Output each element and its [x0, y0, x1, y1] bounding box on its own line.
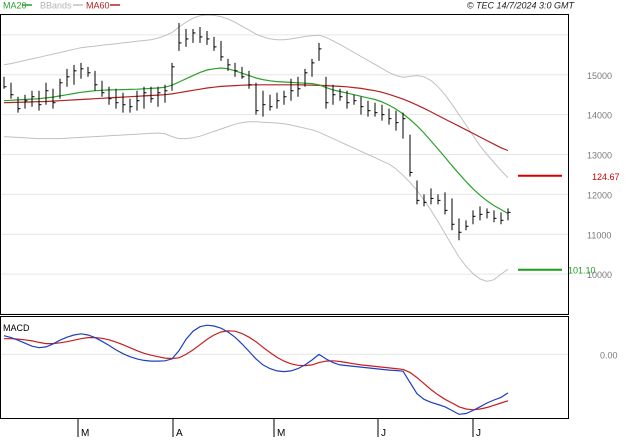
price-bar [409, 134, 413, 177]
price-bar [178, 22, 182, 51]
price-bar [381, 104, 385, 121]
price-bar [304, 68, 308, 87]
price-bar [17, 96, 21, 113]
price-bar [157, 86, 161, 107]
price-bar [136, 90, 140, 111]
price-bar [353, 94, 357, 105]
month-label: M [277, 428, 285, 439]
stock-chart: MA20 BBands MA60 © TEC 14/7/2024 3:0 GMT… [0, 1, 620, 439]
price-bar [283, 90, 287, 105]
price-tick-label: 13000 [587, 151, 612, 161]
price-bar [507, 208, 511, 221]
macd-panel-frame [0, 316, 569, 419]
price-tick-label: 15000 [587, 71, 612, 81]
price-bar [122, 92, 126, 113]
price-bar [10, 82, 14, 99]
price-bar [332, 84, 336, 105]
macd-tick-label: 0.00 [600, 350, 618, 360]
price-bars [3, 22, 511, 241]
legend-label-ma20: MA20 [3, 1, 27, 11]
price-bar [143, 86, 147, 109]
price-bar [248, 70, 252, 89]
price-bar [458, 218, 462, 241]
month-label: A [176, 428, 183, 439]
price-bar [185, 28, 189, 47]
price-tick-label: 14000 [587, 111, 612, 121]
price-tick-label: 12000 [587, 190, 612, 200]
month-axis: MAMJJ [77, 419, 481, 439]
price-bar [486, 208, 490, 219]
price-bar [444, 192, 448, 215]
price-bar [311, 58, 315, 77]
price-bar [115, 88, 119, 109]
price-bar [318, 42, 322, 61]
price-bar [325, 76, 329, 109]
bbands-lower-line [3, 121, 509, 282]
price-bar [479, 206, 483, 221]
price-bar [80, 62, 84, 79]
price-bar [423, 194, 427, 207]
price-bar [206, 30, 210, 45]
price-bar [150, 86, 154, 103]
price-bar [3, 76, 7, 89]
price-bar [220, 40, 224, 61]
price-bar [472, 210, 476, 225]
price-bar [360, 96, 364, 115]
price-bar [500, 212, 504, 225]
price-bar [66, 68, 70, 87]
price-bar [171, 62, 175, 91]
price-bar [402, 112, 406, 139]
price-bar [255, 82, 259, 115]
price-bar [430, 188, 434, 205]
month-label: J [476, 428, 481, 439]
month-label: J [381, 428, 386, 439]
macd-axis: 0.00 [600, 350, 618, 360]
resistance-level-label: 124.67 [592, 172, 620, 182]
price-bar [465, 220, 469, 231]
price-grid [1, 34, 568, 315]
month-label: M [81, 428, 89, 439]
price-bar [451, 198, 455, 231]
price-bar [101, 80, 105, 97]
price-bar [388, 108, 392, 125]
price-bar [52, 88, 56, 109]
chart-legend: MA20 BBands MA60 [3, 1, 120, 11]
price-bar [192, 28, 196, 43]
macd-lines [3, 324, 509, 415]
price-bar [213, 36, 217, 51]
price-bar [241, 66, 245, 79]
price-bar [339, 88, 343, 101]
price-bar [94, 70, 98, 91]
legend-label-ma60: MA60 [86, 1, 110, 11]
price-bar [129, 98, 133, 113]
bollinger-bands [3, 14, 509, 282]
price-bar [262, 90, 266, 117]
price-tick-label: 10000 [587, 270, 612, 280]
price-bar [493, 210, 497, 223]
price-bar [38, 90, 42, 111]
price-panel-frame [0, 14, 569, 315]
price-bar [276, 92, 280, 109]
macd-panel-title: MACD [3, 323, 30, 333]
price-tick-label: 11000 [587, 230, 611, 240]
price-bar [297, 76, 301, 97]
copyright-notice: © TEC 14/7/2024 3:0 GMT [467, 1, 576, 11]
price-bar [437, 194, 441, 205]
price-bar [395, 110, 399, 131]
legend-label-bbands: BBands [40, 1, 72, 11]
price-bar [269, 94, 273, 111]
macd-signal-line [4, 330, 509, 411]
